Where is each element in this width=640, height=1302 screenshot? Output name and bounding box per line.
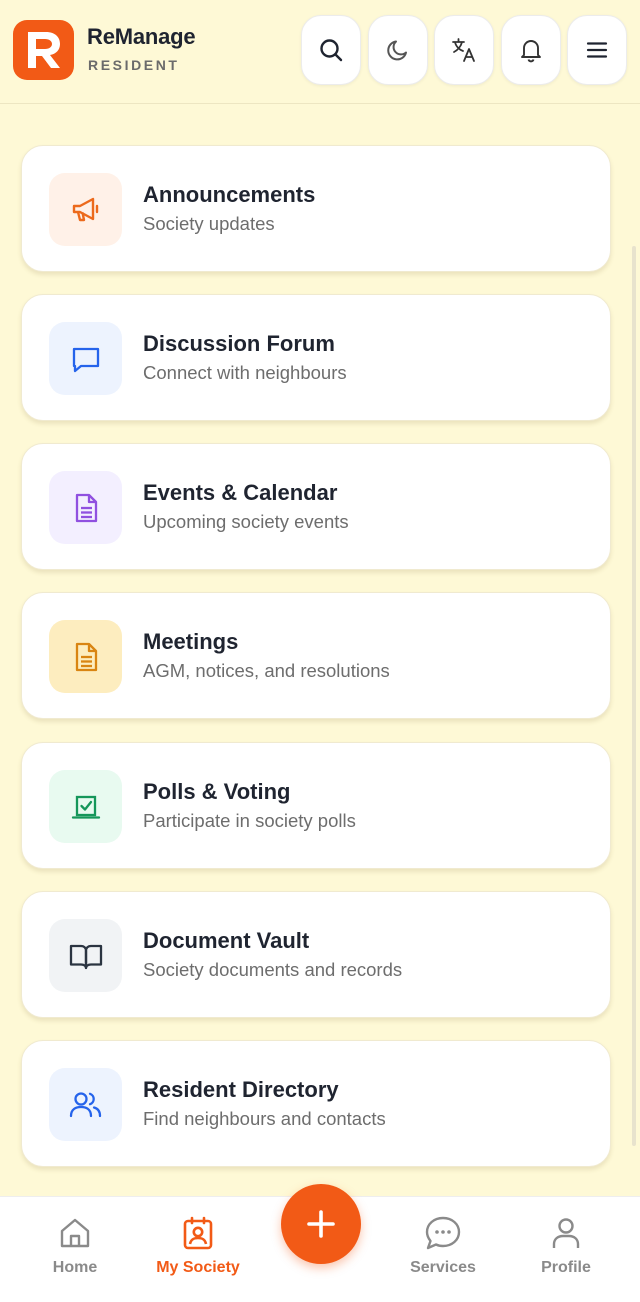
search-button[interactable] xyxy=(301,15,361,85)
nav-home[interactable]: Home xyxy=(20,1215,130,1295)
moon-icon xyxy=(387,40,407,61)
card-title: Document Vault xyxy=(143,928,310,953)
card-subtitle: Find neighbours and contacts xyxy=(143,1108,386,1129)
chat-bubble-icon xyxy=(72,347,99,372)
app-header: ReManage RESIDENT xyxy=(0,0,640,104)
nav-my-society[interactable]: My Society xyxy=(143,1215,253,1295)
scrollbar[interactable] xyxy=(632,246,636,1146)
card-icon-bg xyxy=(49,173,122,246)
user-icon xyxy=(552,1218,580,1248)
nav-profile[interactable]: Profile xyxy=(511,1215,621,1295)
nav-services[interactable]: Services xyxy=(388,1215,498,1295)
card-meetings[interactable]: Meetings AGM, notices, and resolutions xyxy=(21,592,611,719)
logo[interactable] xyxy=(13,20,74,80)
users-icon xyxy=(69,1091,101,1117)
card-discussion-forum[interactable]: Discussion Forum Connect with neighbours xyxy=(21,294,611,421)
brand-name: ReManage xyxy=(87,24,196,49)
megaphone-icon xyxy=(72,197,98,221)
menu-button[interactable] xyxy=(567,15,627,85)
plus-icon xyxy=(307,1210,335,1238)
book-icon xyxy=(69,944,102,969)
card-polls-voting[interactable]: Polls & Voting Participate in society po… xyxy=(21,742,611,869)
card-resident-directory[interactable]: Resident Directory Find neighbours and c… xyxy=(21,1040,611,1167)
card-subtitle: AGM, notices, and resolutions xyxy=(143,660,390,681)
card-title: Discussion Forum xyxy=(143,331,335,356)
nav-services-label: Services xyxy=(410,1259,476,1276)
nav-profile-label: Profile xyxy=(541,1259,591,1276)
card-title: Polls & Voting xyxy=(143,779,291,804)
document-icon xyxy=(75,642,97,671)
logo-mark-icon xyxy=(27,32,60,68)
card-title: Announcements xyxy=(143,182,316,207)
card-title: Resident Directory xyxy=(143,1077,339,1102)
notifications-button[interactable] xyxy=(501,15,561,85)
home-icon xyxy=(60,1218,90,1248)
card-title: Meetings xyxy=(143,629,239,654)
card-title: Events & Calendar xyxy=(143,480,338,505)
building-id-icon xyxy=(183,1216,213,1250)
menu-icon xyxy=(586,42,608,58)
card-icon-bg xyxy=(49,322,122,395)
card-subtitle: Society updates xyxy=(143,213,275,234)
card-document-vault[interactable]: Document Vault Society documents and rec… xyxy=(21,891,611,1018)
nav-my-society-label: My Society xyxy=(156,1259,240,1276)
card-announcements[interactable]: Announcements Society updates xyxy=(21,145,611,272)
language-button[interactable] xyxy=(434,15,494,85)
card-icon-bg xyxy=(49,1068,122,1141)
bell-icon xyxy=(521,40,541,63)
document-icon xyxy=(75,493,97,522)
card-icon-bg xyxy=(49,620,122,693)
translate-icon xyxy=(452,38,475,62)
vote-icon xyxy=(71,795,100,819)
card-subtitle: Participate in society polls xyxy=(143,810,356,831)
card-icon-bg xyxy=(49,919,122,992)
brand-subtitle: RESIDENT xyxy=(88,57,180,73)
card-icon-bg xyxy=(49,471,122,544)
chat-dots-icon xyxy=(425,1216,461,1250)
theme-toggle-button[interactable] xyxy=(368,15,428,85)
nav-home-label: Home xyxy=(52,1259,98,1276)
card-subtitle: Connect with neighbours xyxy=(143,362,347,383)
card-events-calendar[interactable]: Events & Calendar Upcoming society event… xyxy=(21,443,611,570)
search-icon xyxy=(320,39,343,62)
card-subtitle: Society documents and records xyxy=(143,959,403,980)
card-subtitle: Upcoming society events xyxy=(143,511,349,532)
card-icon-bg xyxy=(49,770,122,843)
add-button[interactable] xyxy=(281,1184,361,1264)
